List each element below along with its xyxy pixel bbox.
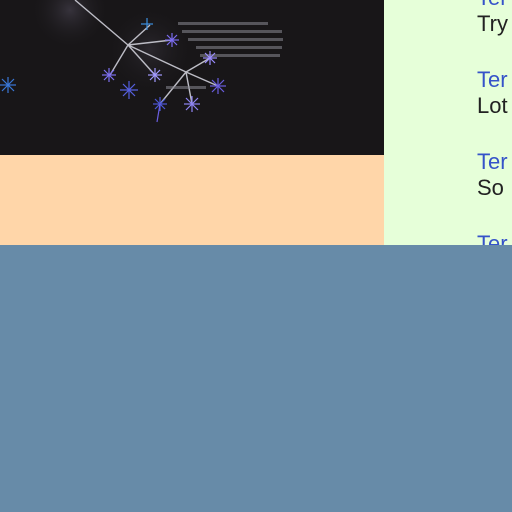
comment-snippet: Try [477, 11, 508, 36]
comment-author-link[interactable]: Ter [477, 231, 512, 245]
overlay-panel [0, 245, 512, 512]
page-root: Ter Try Ter Lot Ter So Ter [0, 0, 512, 512]
peach-strip [0, 155, 384, 245]
comment-author-link[interactable]: Ter [477, 67, 512, 93]
comment-item: Ter [477, 231, 512, 245]
comment-item: Ter So [477, 149, 512, 201]
dandelion-image[interactable] [0, 0, 384, 155]
comment-item: Ter Lot [477, 67, 512, 119]
comment-snippet: So [477, 175, 504, 200]
comment-author-link[interactable]: Ter [477, 0, 512, 11]
comment-author-link[interactable]: Ter [477, 149, 512, 175]
comment-snippet: Lot [477, 93, 508, 118]
comment-item: Ter Try [477, 0, 512, 37]
comments-sidebar: Ter Try Ter Lot Ter So Ter [384, 0, 512, 245]
dandelion-graph-image [0, 0, 384, 155]
